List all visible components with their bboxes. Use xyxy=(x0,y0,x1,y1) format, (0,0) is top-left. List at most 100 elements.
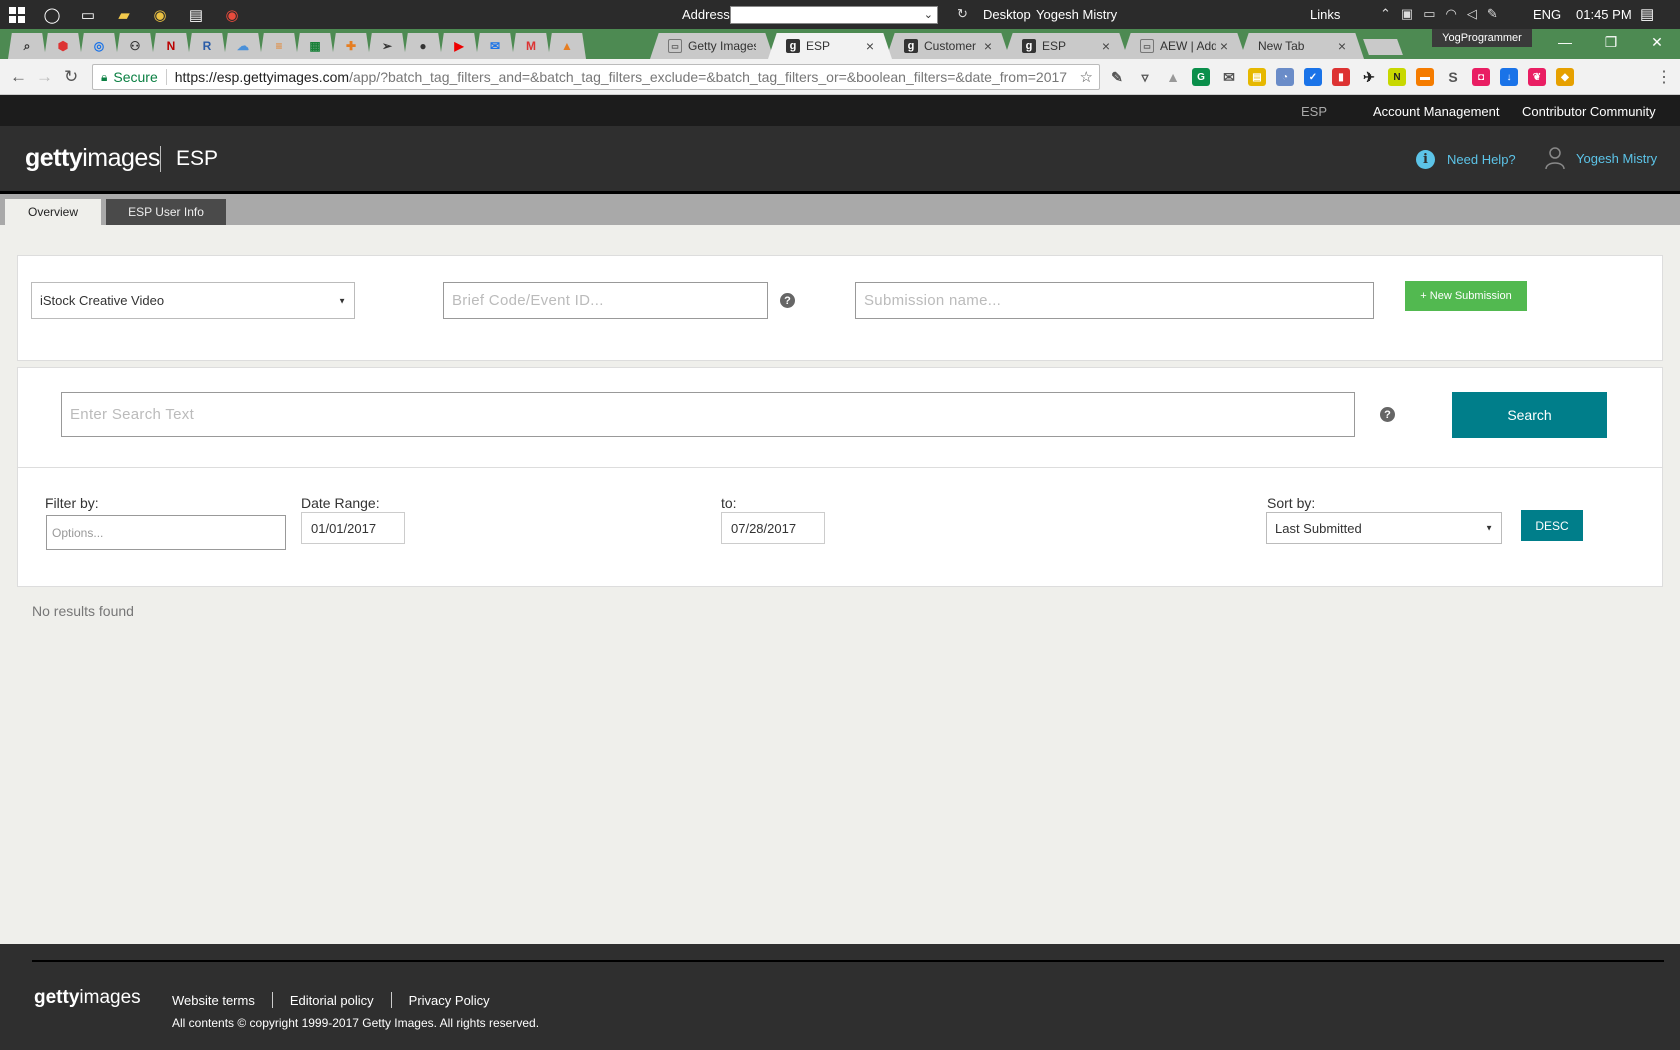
refresh-icon[interactable]: ↻ xyxy=(957,6,968,22)
fox-extension-icon[interactable]: ◆ xyxy=(1556,68,1574,86)
pinned-r-icon[interactable]: R xyxy=(188,33,226,59)
collection-select[interactable]: iStock Creative Video ▼ xyxy=(31,282,355,319)
n-extension-icon[interactable]: N xyxy=(1388,68,1406,86)
new-submission-button[interactable]: + New Submission xyxy=(1405,281,1527,311)
pinned-stack-icon[interactable]: ≡ xyxy=(260,33,298,59)
getty-images-logo[interactable]: gettyimages xyxy=(25,144,160,173)
notification-icon[interactable]: ▤ xyxy=(1640,5,1654,23)
tab-aew[interactable]: ▭ AEW | Add E × xyxy=(1122,33,1246,59)
file-explorer-icon[interactable]: ▰ xyxy=(106,0,142,29)
search-button[interactable]: Search xyxy=(1452,392,1607,438)
new-tab-button[interactable] xyxy=(1363,39,1403,55)
tray-app-icon[interactable]: ▣ xyxy=(1401,6,1413,22)
pinned-mail-icon[interactable]: ✉ xyxy=(476,33,514,59)
chrome-icon[interactable]: ◉ xyxy=(142,0,178,29)
battery-icon[interactable]: ▭ xyxy=(1423,6,1435,22)
close-window-icon[interactable]: ✕ xyxy=(1634,29,1680,55)
sort-select[interactable]: Last Submitted ▼ xyxy=(1266,512,1502,544)
download-extension-icon[interactable]: ↓ xyxy=(1500,68,1518,86)
date-to-input[interactable]: 07/28/2017 xyxy=(721,512,825,544)
pink-extension-icon[interactable]: ◘ xyxy=(1472,68,1490,86)
language-indicator[interactable]: ENG xyxy=(1533,7,1561,22)
submission-name-input[interactable] xyxy=(855,282,1374,319)
date-from-input[interactable]: 01/01/2017 xyxy=(301,512,405,544)
orange-extension-icon[interactable]: ▬ xyxy=(1416,68,1434,86)
tab-esp[interactable]: g ESP × xyxy=(1004,33,1128,59)
address-toolbar-input[interactable]: ⌄ xyxy=(730,6,938,24)
search-input[interactable] xyxy=(61,392,1355,437)
close-icon[interactable]: × xyxy=(866,38,874,54)
pocket-extension-icon[interactable]: ▿ xyxy=(1136,68,1154,86)
back-arrow-icon[interactable]: ← xyxy=(10,67,27,87)
book-extension-icon[interactable]: ▮ xyxy=(1332,68,1350,86)
pinned-search-icon[interactable]: ⌕ xyxy=(8,33,46,59)
nav-account-management-link[interactable]: Account Management xyxy=(1373,104,1499,119)
tab-new-tab[interactable]: New Tab × xyxy=(1240,33,1364,59)
pinned-plus-icon[interactable]: ✚ xyxy=(332,33,370,59)
sort-order-button[interactable]: DESC xyxy=(1521,510,1583,541)
nav-contributor-community-link[interactable]: Contributor Community xyxy=(1522,104,1656,119)
feather-extension-icon[interactable]: ❦ xyxy=(1528,68,1546,86)
close-icon[interactable]: × xyxy=(1102,38,1110,54)
pinned-pma-icon[interactable]: ▲ xyxy=(548,33,586,59)
question-icon[interactable]: ? xyxy=(1380,407,1395,422)
speed-extension-icon[interactable]: ◔ xyxy=(1276,68,1294,86)
windows-start-button[interactable] xyxy=(0,0,34,29)
app-icon[interactable]: ▤ xyxy=(178,0,214,29)
s-extension-icon[interactable]: S xyxy=(1444,68,1462,86)
chrome-canary-icon[interactable]: ◉ xyxy=(214,0,250,29)
taskbar-user-name[interactable]: Yogesh Mistry xyxy=(1036,7,1117,22)
filter-options-input[interactable]: Options... xyxy=(46,515,286,550)
pinned-gmail-icon[interactable]: M xyxy=(512,33,550,59)
need-help-link[interactable]: i Need Help? xyxy=(1416,150,1516,169)
desktop-toolbar-label[interactable]: Desktop xyxy=(983,7,1031,22)
lock-icon[interactable]: 🔒︎ xyxy=(101,70,107,85)
close-icon[interactable]: × xyxy=(1220,38,1228,54)
drive-extension-icon[interactable]: ▲ xyxy=(1164,68,1182,86)
volume-icon[interactable]: ◁ xyxy=(1467,6,1477,22)
grammarly-extension-icon[interactable]: G xyxy=(1192,68,1210,86)
tab-getty-images[interactable]: ▭ Getty Images xyxy=(650,33,774,59)
url-bar[interactable]: 🔒︎ Secure https://esp.gettyimages.com /a… xyxy=(92,64,1100,90)
pinned-shield-icon[interactable]: ⬢ xyxy=(44,33,82,59)
footer-getty-logo[interactable]: gettyimages xyxy=(34,987,141,1009)
bookmark-star-icon[interactable]: ☆ xyxy=(1075,68,1093,86)
minimize-icon[interactable]: — xyxy=(1542,29,1588,55)
pinned-incognito-icon[interactable]: ⚇ xyxy=(116,33,154,59)
nav-esp-link[interactable]: ESP xyxy=(1301,104,1327,119)
reload-icon[interactable]: ↻ xyxy=(64,67,78,87)
editorial-policy-link[interactable]: Editorial policy xyxy=(290,993,374,1008)
user-menu[interactable]: Yogesh Mistry xyxy=(1544,146,1657,170)
pinned-cloud-icon[interactable]: ☁ xyxy=(224,33,262,59)
chrome-menu-icon[interactable]: ⋮ xyxy=(1656,67,1672,87)
pinned-github-icon[interactable]: ● xyxy=(404,33,442,59)
tab-overview[interactable]: Overview xyxy=(5,199,101,225)
website-terms-link[interactable]: Website terms xyxy=(172,993,255,1008)
clock[interactable]: 01:45 PM xyxy=(1576,7,1632,22)
tab-esp-user-info[interactable]: ESP User Info xyxy=(106,199,226,225)
tab-customer-service[interactable]: g Customer Se × xyxy=(886,33,1010,59)
chevron-up-icon[interactable]: ⌃ xyxy=(1380,6,1391,22)
cortana-icon[interactable]: ◯ xyxy=(34,0,70,29)
wifi-icon[interactable]: ◠ xyxy=(1446,6,1457,22)
forward-arrow-icon[interactable]: → xyxy=(36,67,53,87)
pinned-netflix-icon[interactable]: N xyxy=(152,33,190,59)
pen-icon[interactable]: ✎ xyxy=(1487,6,1498,22)
task-view-icon[interactable]: ▭ xyxy=(70,0,106,29)
question-icon[interactable]: ? xyxy=(780,293,795,308)
privacy-policy-link[interactable]: Privacy Policy xyxy=(409,993,490,1008)
pen-extension-icon[interactable]: ✎ xyxy=(1108,68,1126,86)
pinned-globe-icon[interactable]: ◎ xyxy=(80,33,118,59)
pinned-youtube-icon[interactable]: ▶ xyxy=(440,33,478,59)
pinned-sheet-icon[interactable]: ▦ xyxy=(296,33,334,59)
close-icon[interactable]: × xyxy=(984,38,992,54)
check-extension-icon[interactable]: ✓ xyxy=(1304,68,1322,86)
tool-extension-icon[interactable]: ✈ xyxy=(1360,68,1378,86)
notes-extension-icon[interactable]: ▤ xyxy=(1248,68,1266,86)
links-toolbar-label[interactable]: Links xyxy=(1310,7,1340,22)
mail-extension-icon[interactable]: ✉ xyxy=(1220,68,1238,86)
pinned-send-icon[interactable]: ➢ xyxy=(368,33,406,59)
restore-icon[interactable]: ❐ xyxy=(1588,29,1634,55)
tab-esp-active[interactable]: g ESP × xyxy=(768,33,892,59)
profile-badge[interactable]: YogProgrammer xyxy=(1432,29,1532,47)
